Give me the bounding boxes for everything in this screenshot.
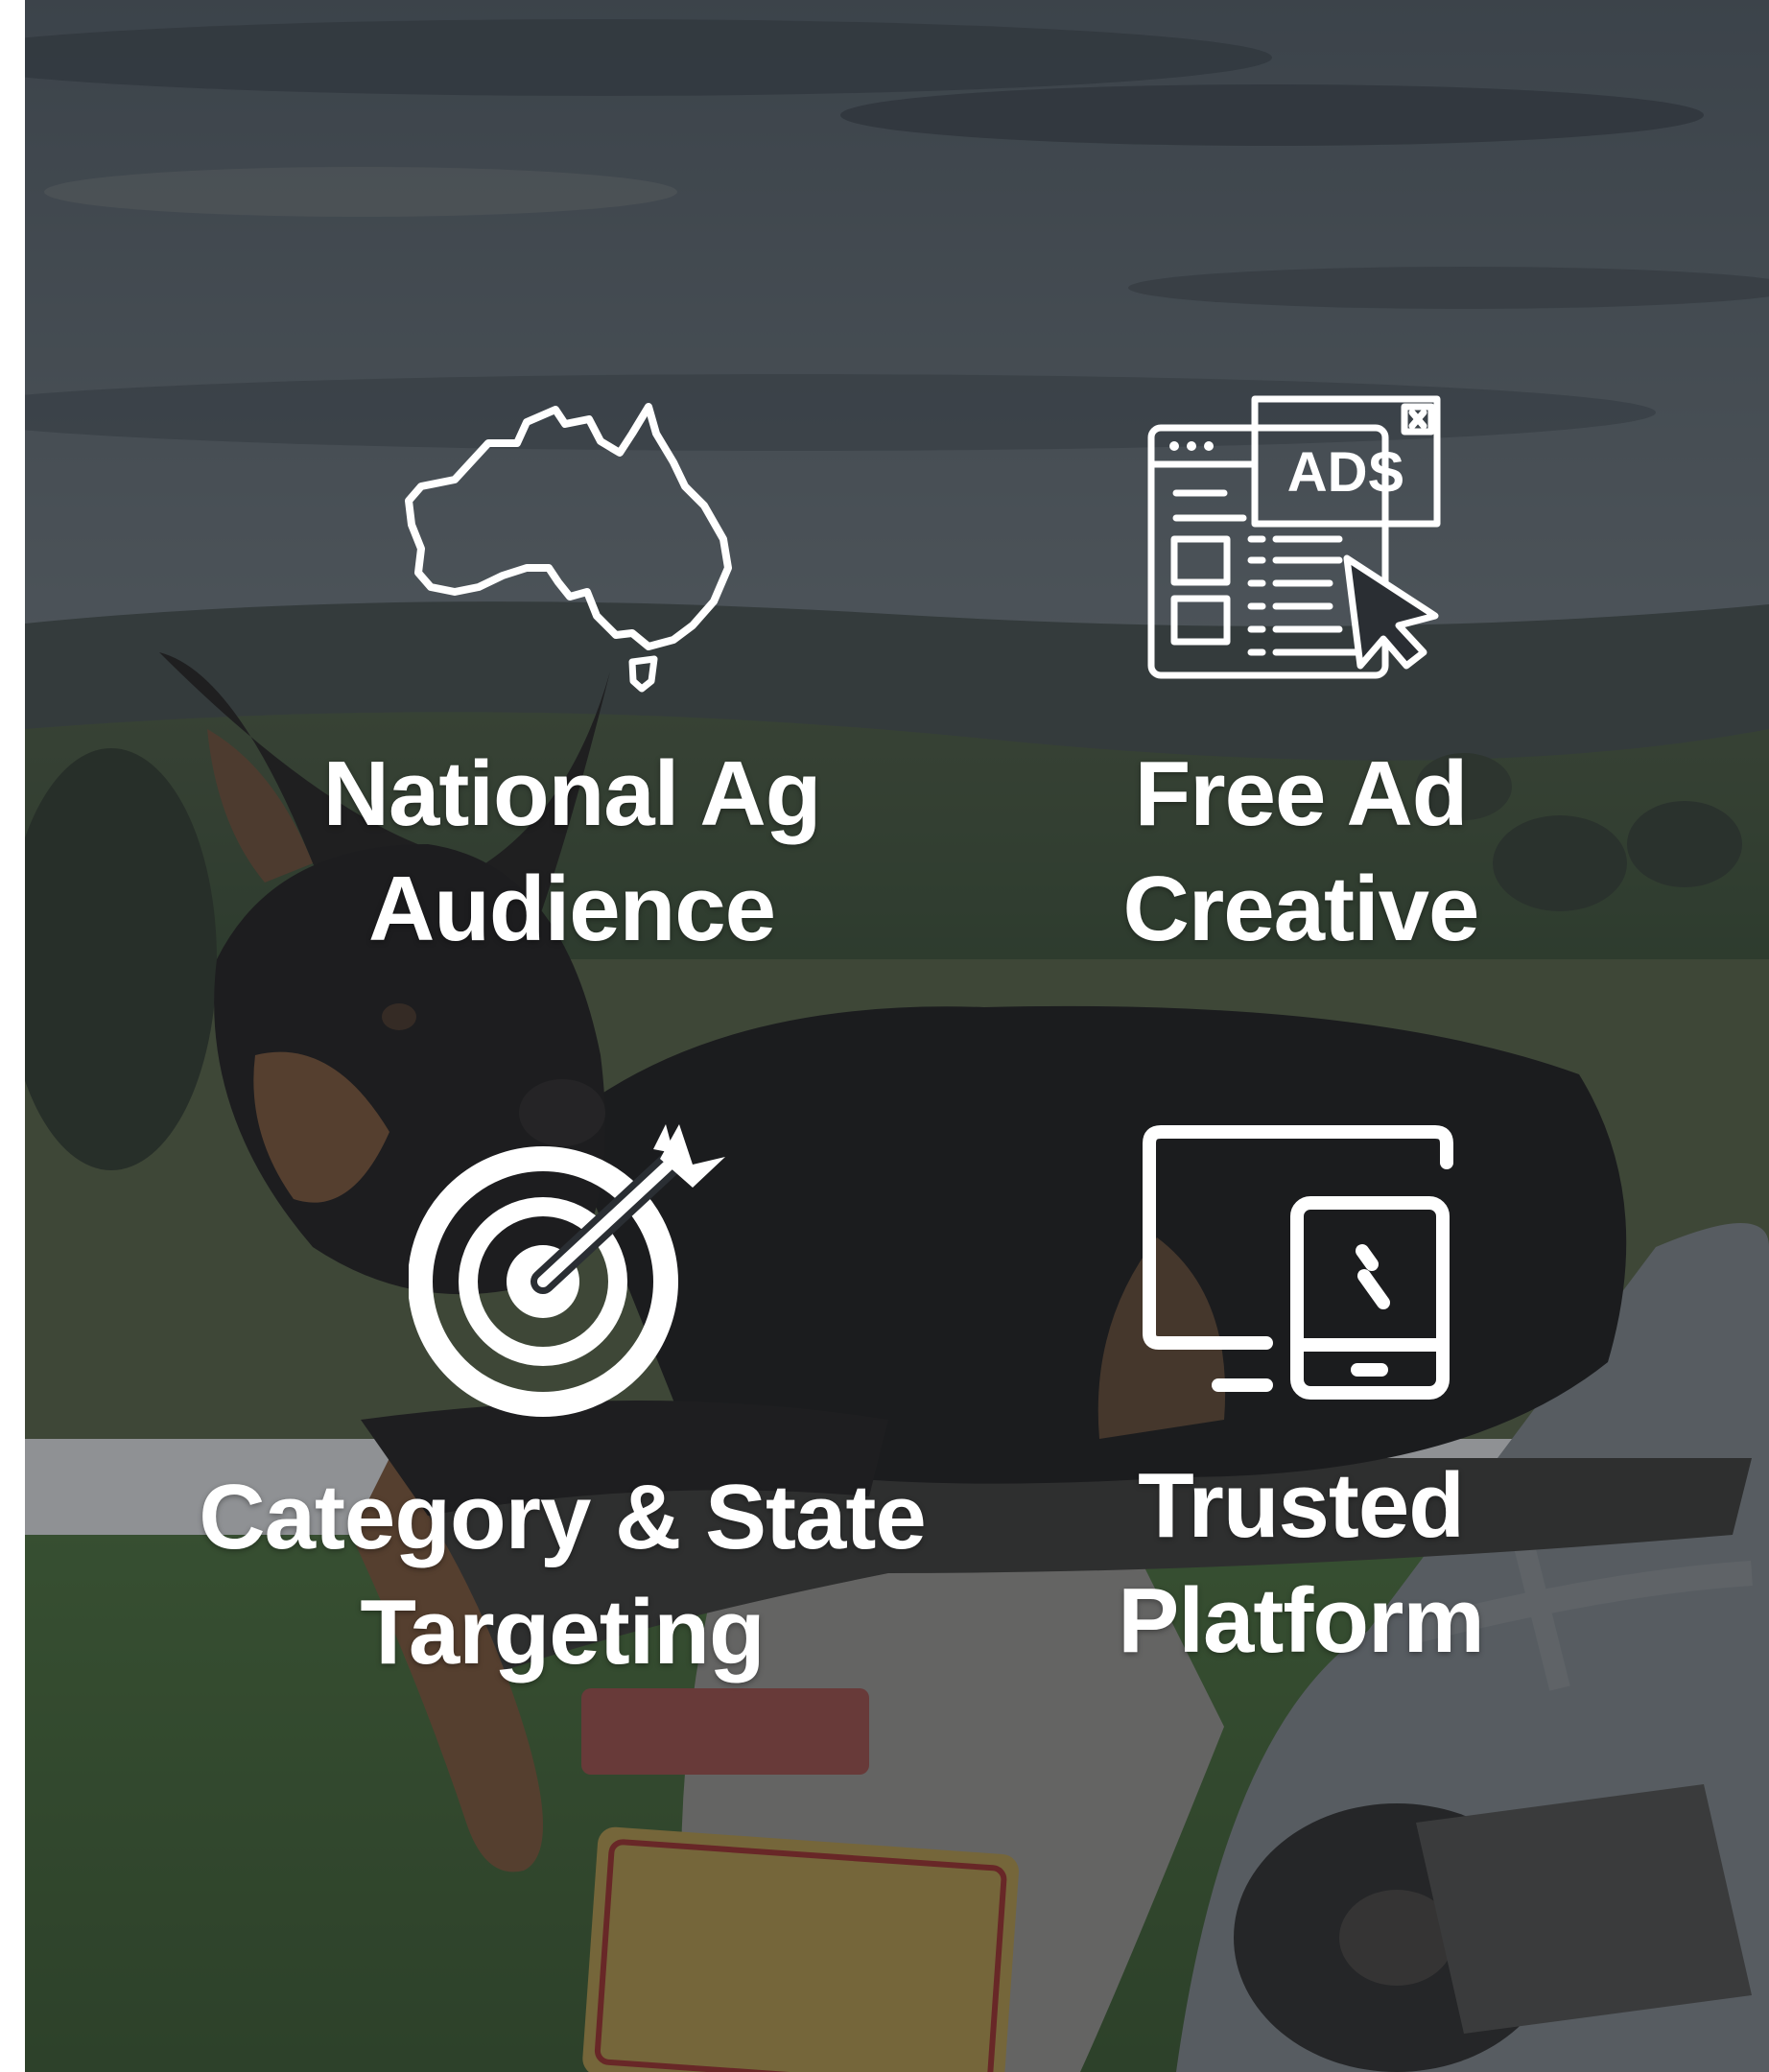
feature-label-line: Category & State: [199, 1466, 927, 1568]
monitor-tablet-icon: [1143, 1125, 1453, 1400]
feature-label-trusted-platform: Trusted Platform: [869, 1448, 1733, 1679]
feature-label-line: Free Ad: [1134, 742, 1469, 845]
feature-label-line: Platform: [1118, 1569, 1484, 1672]
background-photo: [25, 0, 1769, 2072]
feature-panel: ADS National Ag Audience Free Ad Creativ…: [25, 0, 1769, 2072]
ads-icon-text: ADS: [1287, 441, 1404, 504]
feature-label-line: Trusted: [1138, 1454, 1465, 1557]
target-arrow-icon: [409, 1124, 725, 1417]
ads-browser-icon: ADS: [1147, 395, 1441, 679]
feature-label-line: Creative: [1122, 858, 1480, 960]
feature-label-line: Targeting: [360, 1581, 765, 1684]
australia-map-icon: [405, 403, 732, 693]
feature-label-free-ad-creative: Free Ad Creative: [869, 737, 1733, 967]
feature-label-category-state-targeting: Category & State Targeting: [130, 1460, 994, 1690]
